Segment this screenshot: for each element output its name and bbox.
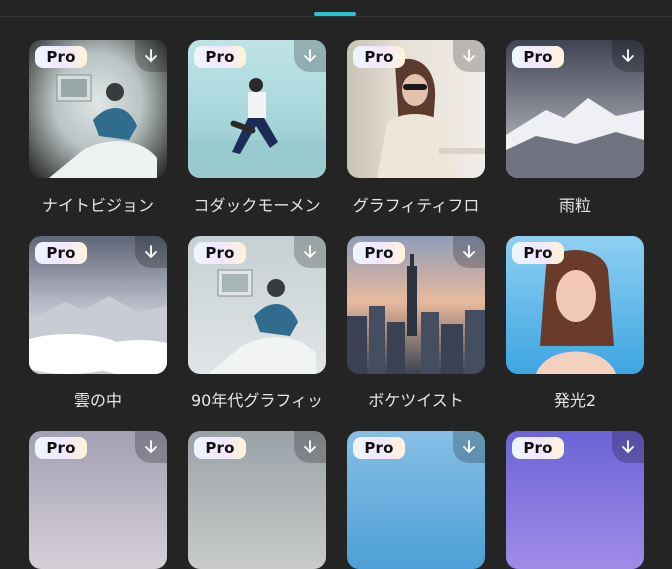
pro-badge: Pro — [512, 46, 564, 68]
download-icon[interactable] — [612, 40, 644, 72]
effect-card-night-vision[interactable]: Pro — [29, 40, 167, 178]
pro-badge: Pro — [194, 242, 246, 264]
effect-card[interactable]: Pro — [506, 431, 644, 569]
download-icon[interactable] — [294, 236, 326, 268]
effect-card-in-the-clouds[interactable]: Pro — [29, 236, 167, 374]
effect-card-glow-2[interactable]: Pro — [506, 236, 644, 374]
effect-card-raindrops[interactable]: Pro — [506, 40, 644, 178]
effect-label: 雲の中 — [73, 391, 122, 410]
effect-card-graffiti-flow[interactable]: Pro — [347, 40, 485, 178]
effect-card[interactable]: Pro — [188, 431, 326, 569]
pro-badge: Pro — [353, 437, 405, 459]
pro-badge: Pro — [35, 437, 87, 459]
effect-label: ナイトビジョン — [41, 196, 154, 215]
download-icon[interactable] — [453, 40, 485, 72]
effect-label: 雨粒 — [558, 196, 591, 215]
effect-card[interactable]: Pro — [29, 431, 167, 569]
download-icon[interactable] — [612, 431, 644, 463]
effect-card-kodak-moment[interactable]: Pro — [188, 40, 326, 178]
pro-badge: Pro — [512, 242, 564, 264]
download-icon[interactable] — [135, 431, 167, 463]
download-icon[interactable] — [453, 431, 485, 463]
pro-badge: Pro — [35, 46, 87, 68]
effect-card[interactable]: Pro — [347, 431, 485, 569]
effects-grid: Pro ナイトビジョン Pro コダックモーメン Pro グラフィティフロ Pr… — [0, 0, 672, 569]
pro-badge: Pro — [512, 437, 564, 459]
pro-badge: Pro — [353, 46, 405, 68]
download-icon[interactable] — [294, 431, 326, 463]
effect-label: 発光2 — [553, 391, 597, 410]
effect-card-bokeh-twist[interactable]: Pro — [347, 236, 485, 374]
effect-label: コダックモーメン — [193, 196, 321, 215]
effect-label: グラフィティフロ — [352, 196, 480, 215]
effect-card-90s-graffiti[interactable]: Pro — [188, 236, 326, 374]
download-icon[interactable] — [294, 40, 326, 72]
effect-label: ボケツイスト — [368, 391, 464, 410]
pro-badge: Pro — [194, 437, 246, 459]
pro-badge: Pro — [353, 242, 405, 264]
pro-badge: Pro — [35, 242, 87, 264]
download-icon[interactable] — [135, 236, 167, 268]
download-icon[interactable] — [453, 236, 485, 268]
download-icon[interactable] — [135, 40, 167, 72]
pro-badge: Pro — [194, 46, 246, 68]
effect-label: 90年代グラフィッ — [190, 391, 324, 410]
